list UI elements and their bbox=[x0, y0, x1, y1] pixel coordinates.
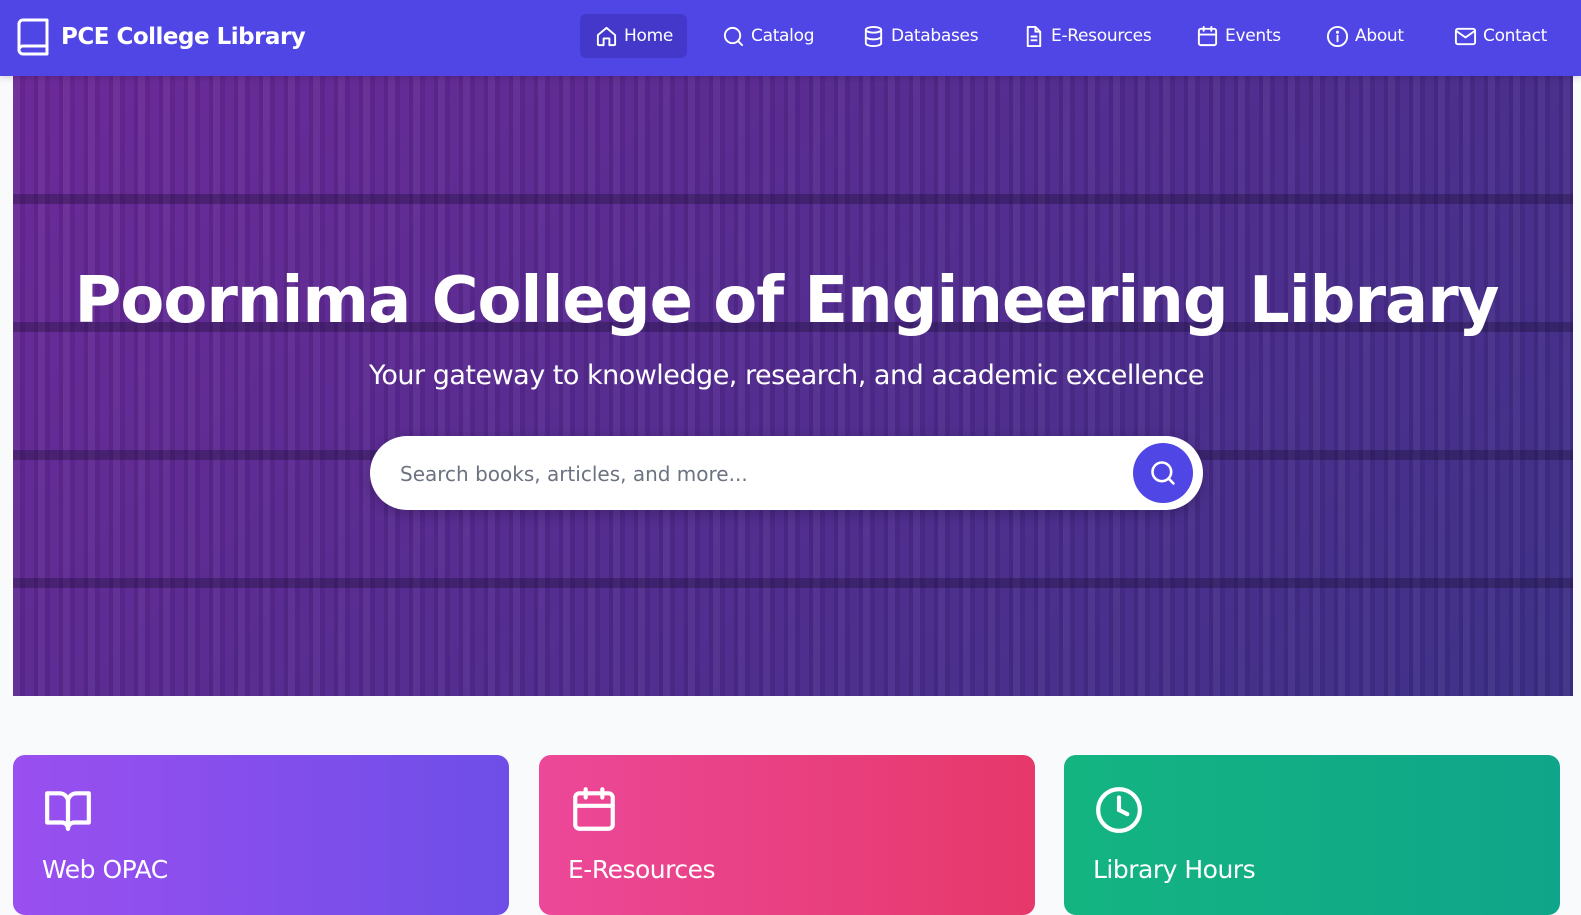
nav-events[interactable]: Events bbox=[1196, 14, 1281, 58]
calendar-icon bbox=[573, 787, 615, 831]
card-web-opac[interactable]: Web OPAC bbox=[13, 755, 509, 915]
hero-banner: Poornima College of Engineering Library … bbox=[13, 76, 1573, 696]
search-icon bbox=[723, 26, 744, 46]
home-icon bbox=[596, 26, 617, 46]
nav-databases-label: Databases bbox=[891, 26, 979, 46]
nav-about-label: About bbox=[1355, 26, 1404, 46]
brand-name: PCE College Library bbox=[61, 24, 306, 50]
nav-databases[interactable]: Databases bbox=[862, 14, 979, 58]
card-e-resources[interactable]: E-Resources bbox=[539, 755, 1035, 915]
card-title: Library Hours bbox=[1093, 855, 1256, 884]
card-library-hours[interactable]: Library Hours bbox=[1064, 755, 1560, 915]
document-icon bbox=[1026, 25, 1042, 47]
top-navbar: PCE College Library Home Catalog Databas… bbox=[0, 0, 1581, 76]
database-icon bbox=[864, 25, 883, 47]
book-icon bbox=[17, 18, 49, 56]
brand-link[interactable]: PCE College Library bbox=[16, 17, 306, 57]
clock-icon bbox=[1096, 787, 1142, 833]
search-bar bbox=[370, 436, 1203, 510]
nav-e-resources[interactable]: E-Resources bbox=[1022, 14, 1152, 58]
search-button[interactable] bbox=[1133, 443, 1193, 503]
nav-contact-label: Contact bbox=[1483, 26, 1548, 46]
hero-title: Poornima College of Engineering Library bbox=[74, 264, 1500, 338]
calendar-icon bbox=[1197, 25, 1218, 46]
info-icon bbox=[1326, 25, 1349, 47]
search-input[interactable] bbox=[398, 453, 1122, 495]
card-title: Web OPAC bbox=[42, 855, 168, 884]
nav-home-label: Home bbox=[624, 26, 674, 46]
open-book-icon bbox=[45, 791, 91, 831]
nav-events-label: Events bbox=[1225, 26, 1281, 46]
nav-home[interactable]: Home bbox=[580, 14, 688, 58]
search-icon bbox=[1151, 461, 1175, 485]
hero-subtitle: Your gateway to knowledge, research, and… bbox=[368, 360, 1205, 391]
nav-contact[interactable]: Contact bbox=[1454, 14, 1547, 58]
nav-catalog[interactable]: Catalog bbox=[722, 14, 814, 58]
mail-icon bbox=[1454, 27, 1477, 45]
card-title: E-Resources bbox=[568, 855, 716, 884]
nav-catalog-label: Catalog bbox=[751, 26, 815, 46]
nav-about[interactable]: About bbox=[1326, 14, 1404, 58]
nav-e-resources-label: E-Resources bbox=[1051, 26, 1152, 46]
